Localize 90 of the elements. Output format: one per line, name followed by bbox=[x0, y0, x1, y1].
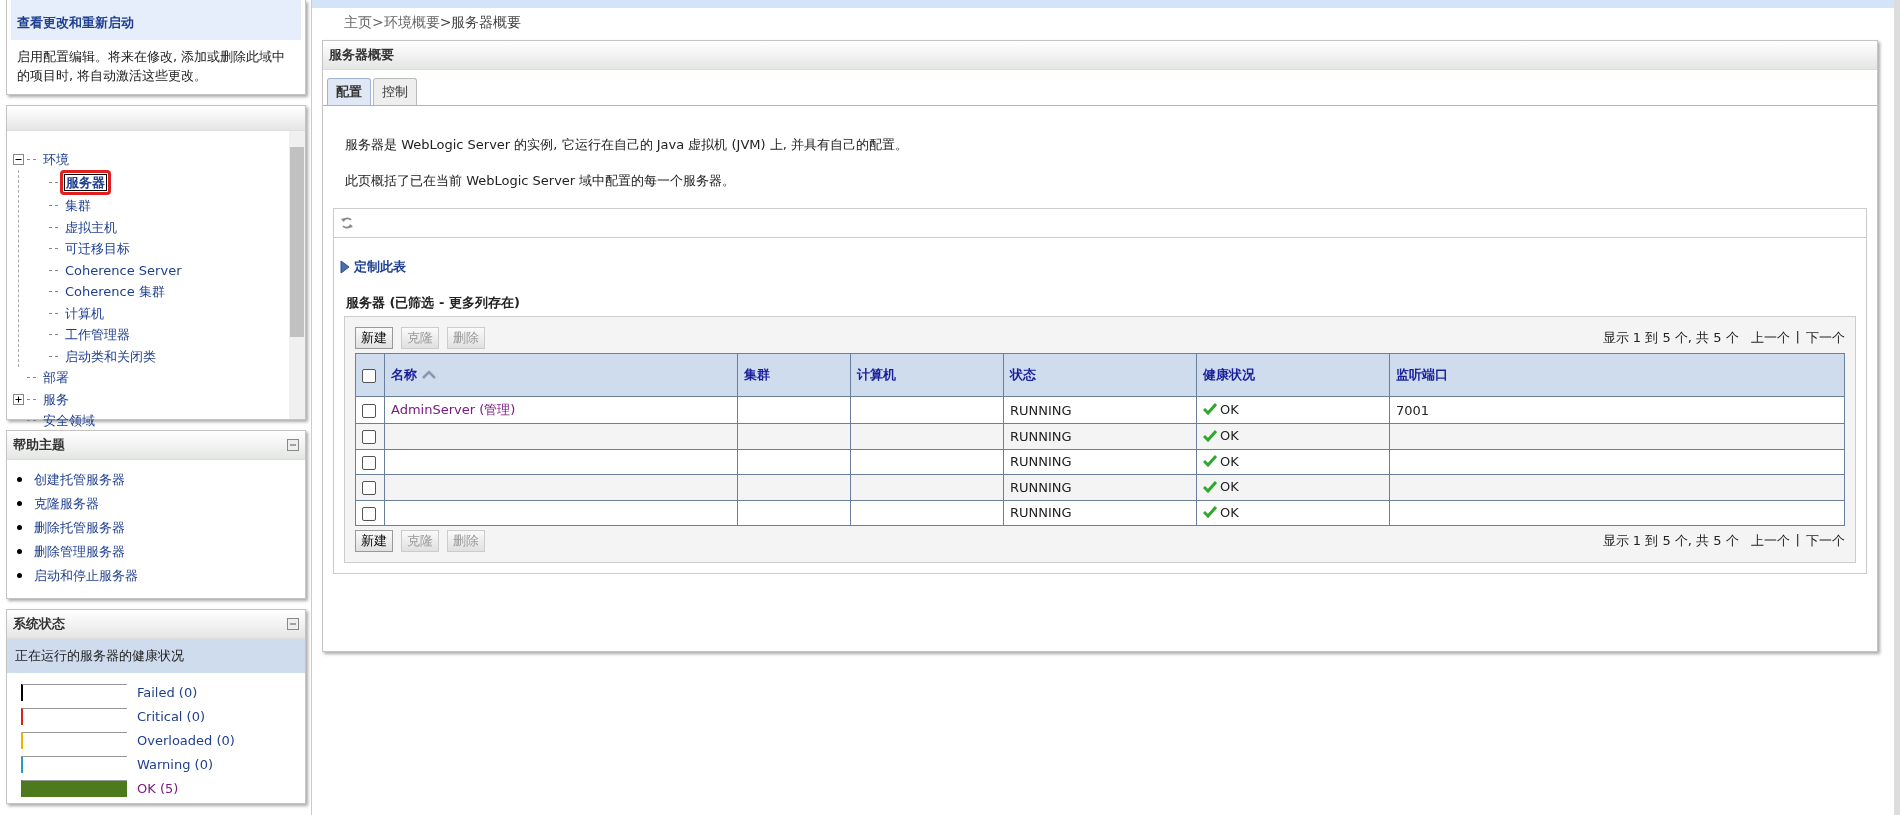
table-cell: OK bbox=[1220, 428, 1239, 443]
status-link[interactable]: OK (5) bbox=[137, 781, 179, 797]
table-cell: RUNNING bbox=[1010, 428, 1072, 444]
server-link[interactable]: AdminServer (管理) bbox=[391, 402, 516, 417]
status-link[interactable]: Overloaded (0) bbox=[137, 733, 235, 749]
help-link[interactable]: 创建托管服务器 bbox=[34, 467, 125, 492]
tree-item[interactable]: Coherence Server bbox=[60, 259, 187, 282]
previous-link[interactable]: 上一个 bbox=[1750, 329, 1790, 347]
tree-item[interactable]: 部署 bbox=[38, 367, 74, 389]
tree-item[interactable]: 启动类和关闭类 bbox=[60, 345, 161, 368]
change-center-description: 启用配置编辑。将来在修改, 添加或删除此域中的项目时, 将自动激活这些更改。 bbox=[16, 48, 287, 85]
collapse-icon[interactable] bbox=[13, 153, 25, 165]
scrollbar[interactable] bbox=[289, 130, 305, 419]
table-cell: OK bbox=[1220, 453, 1239, 469]
row-checkbox[interactable] bbox=[362, 455, 376, 470]
column-header[interactable]: 计算机 bbox=[850, 353, 1004, 397]
help-link[interactable]: 克隆服务器 bbox=[34, 491, 99, 516]
tree-item[interactable]: Coherence 集群 bbox=[60, 281, 170, 303]
check-icon bbox=[1203, 480, 1217, 493]
column-header[interactable]: 状态 bbox=[1003, 353, 1197, 397]
tab[interactable]: 配置 bbox=[327, 78, 371, 105]
select-all-checkbox[interactable] bbox=[362, 368, 376, 383]
check-icon bbox=[1203, 429, 1217, 442]
bullet-icon bbox=[17, 525, 22, 531]
help-link[interactable]: 启动和停止服务器 bbox=[34, 563, 138, 588]
check-icon bbox=[1203, 506, 1217, 518]
table-cell: RUNNING bbox=[1010, 505, 1072, 521]
breadcrumb-link[interactable]: >环境概要 bbox=[372, 14, 440, 30]
table-title: 服务器 (已筛选 - 更多列存在) bbox=[345, 294, 521, 312]
tree-item[interactable]: 计算机 bbox=[60, 302, 109, 325]
tree-item[interactable]: 虚拟主机 bbox=[60, 216, 122, 239]
refresh-icon[interactable] bbox=[340, 216, 354, 230]
previous-link[interactable]: 上一个 bbox=[1750, 532, 1790, 550]
tab[interactable]: 控制 bbox=[373, 78, 417, 105]
table-cell: OK bbox=[1220, 479, 1239, 494]
column-header[interactable]: 名称 bbox=[384, 353, 738, 397]
row-checkbox[interactable] bbox=[362, 430, 376, 444]
paging-separator: | bbox=[1795, 329, 1800, 346]
minimize-icon[interactable] bbox=[287, 438, 299, 451]
paging-separator: | bbox=[1795, 532, 1800, 549]
column-header[interactable]: 集群 bbox=[737, 353, 851, 397]
tree-item[interactable]: 工作管理器 bbox=[60, 324, 135, 346]
check-icon bbox=[1203, 403, 1217, 416]
table-cell: OK bbox=[1220, 401, 1239, 417]
view-changes-link[interactable]: 查看更改和重新启动 bbox=[11, 0, 301, 40]
next-link[interactable]: 下一个 bbox=[1806, 532, 1845, 550]
table-cell: RUNNING bbox=[1010, 402, 1072, 418]
tree-item[interactable]: 集群 bbox=[60, 195, 96, 217]
help-link[interactable]: 删除托管服务器 bbox=[34, 515, 125, 540]
minimize-icon[interactable] bbox=[287, 617, 299, 630]
row-checkbox[interactable] bbox=[362, 481, 376, 495]
status-link[interactable]: Failed (0) bbox=[137, 685, 198, 701]
next-link[interactable]: 下一个 bbox=[1806, 329, 1845, 347]
bullet-icon bbox=[17, 573, 22, 579]
row-checkbox[interactable] bbox=[362, 403, 376, 418]
help-link[interactable]: 删除管理服务器 bbox=[34, 539, 125, 564]
tree-item[interactable]: 环境 bbox=[38, 148, 74, 171]
table-cell: 7001 bbox=[1396, 402, 1430, 418]
check-icon bbox=[1203, 455, 1217, 467]
table-cell: RUNNING bbox=[1010, 479, 1072, 495]
status-link[interactable]: Critical (0) bbox=[137, 709, 205, 725]
column-title: 名称 bbox=[391, 366, 417, 384]
status-link[interactable]: Warning (0) bbox=[137, 757, 213, 773]
bullet-icon bbox=[17, 549, 22, 555]
panel-title: 帮助主题 bbox=[13, 435, 65, 454]
paging-summary: 显示 1 到 5 个, 共 5 个 bbox=[1602, 532, 1739, 550]
tree-item[interactable]: 服务 bbox=[38, 388, 74, 411]
row-checkbox[interactable] bbox=[362, 506, 376, 521]
table-button[interactable]: 新建 bbox=[355, 530, 393, 552]
intro-text: 服务器是 WebLogic Server 的实例, 它运行在自己的 Java 虚拟机 (JVM) 上, 并具有自己的配置。 bbox=[345, 136, 909, 154]
table-cell: OK bbox=[1220, 504, 1239, 520]
table-button[interactable]: 新建 bbox=[355, 327, 393, 349]
bullet-icon bbox=[17, 477, 22, 483]
column-header[interactable]: 健康状况 bbox=[1196, 353, 1390, 397]
tree-item[interactable]: 服务器 bbox=[60, 170, 111, 196]
bullet-icon bbox=[17, 501, 22, 507]
breadcrumb-link[interactable]: 主页 bbox=[344, 14, 372, 30]
customize-table-link[interactable]: 定制此表 bbox=[354, 258, 406, 276]
panel-title: 服务器概要 bbox=[329, 47, 394, 62]
panel-title: 系统状态 bbox=[13, 614, 65, 633]
expand-icon[interactable] bbox=[13, 393, 25, 405]
triangle-icon[interactable] bbox=[340, 260, 350, 274]
intro-text: 此页概括了已在当前 WebLogic Server 域中配置的每一个服务器。 bbox=[345, 172, 737, 190]
tree-item[interactable]: 可迁移目标 bbox=[60, 238, 135, 260]
column-header[interactable]: 监听端口 bbox=[1389, 353, 1845, 397]
paging-summary: 显示 1 到 5 个, 共 5 个 bbox=[1602, 329, 1739, 347]
status-subtitle: 正在运行的服务器的健康状况 bbox=[7, 638, 305, 673]
table-cell: RUNNING bbox=[1010, 454, 1072, 470]
breadcrumb-current: >服务器概要 bbox=[439, 14, 522, 30]
tree-item[interactable]: 安全领域 bbox=[38, 410, 100, 432]
